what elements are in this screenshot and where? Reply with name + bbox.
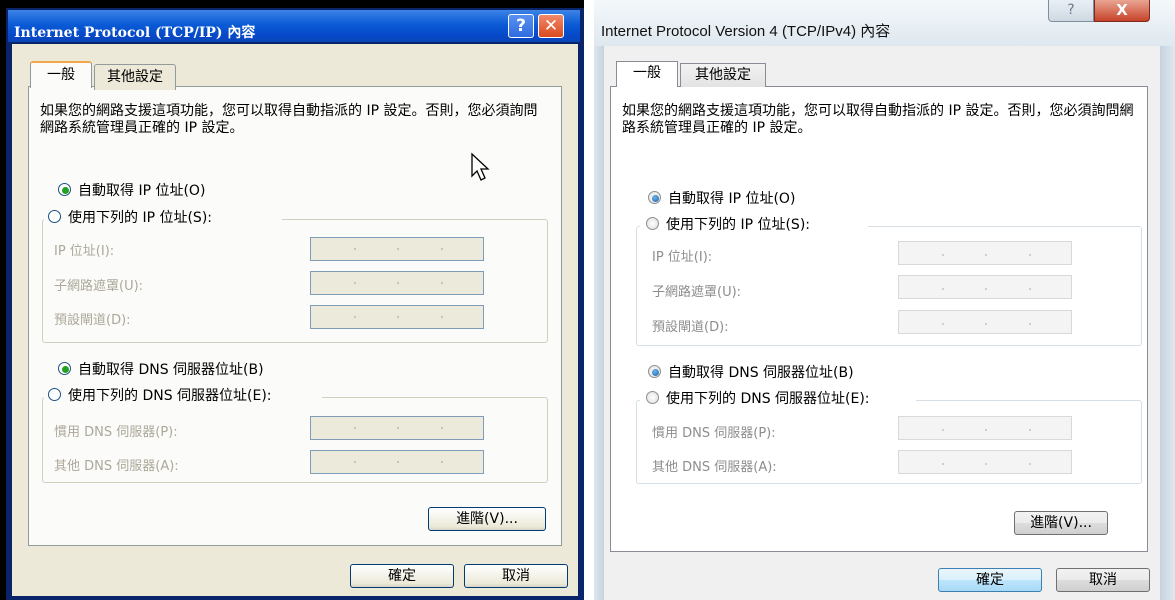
vista-manual-ip-label[interactable]: 使用下列的 IP 位址(S):	[666, 214, 810, 234]
xp-description: 如果您的網路支援這項功能，您可以取得自動指派的 IP 設定。否則，您必須詢問網路…	[40, 103, 538, 136]
vista-alternate-dns-field[interactable]	[898, 450, 1072, 474]
xp-manual-ip-radio[interactable]	[48, 210, 61, 223]
vista-ip-address-label: IP 位址(I):	[652, 250, 713, 265]
vista-gateway-label: 預設閘道(D):	[652, 320, 729, 335]
xp-tab-general[interactable]: 一般	[30, 61, 92, 88]
vista-auto-ip-radio[interactable]	[648, 191, 661, 204]
xp-auto-dns-radio[interactable]	[58, 362, 71, 375]
vista-ip-address-field[interactable]	[898, 241, 1072, 265]
xp-auto-ip-label[interactable]: 自動取得 IP 位址(O)	[78, 180, 205, 200]
vista-tab-alternate[interactable]: 其他設定	[680, 63, 766, 87]
vista-tab-general[interactable]: 一般	[616, 61, 678, 87]
vista-preferred-dns-field[interactable]	[898, 416, 1072, 440]
xp-subnet-field[interactable]	[310, 271, 484, 295]
vista-window-title: Internet Protocol Version 4 (TCP/IPv4) 內…	[601, 23, 891, 40]
vista-description: 如果您的網路支援這項功能，您可以取得自動指派的 IP 設定。否則，您必須詢問網路…	[622, 103, 1134, 136]
xp-window-title: Internet Protocol (TCP/IP) 內容	[14, 25, 256, 41]
xp-auto-dns-label[interactable]: 自動取得 DNS 伺服器位址(B)	[78, 359, 264, 379]
xp-advanced-button[interactable]: 進階(V)...	[428, 507, 546, 531]
xp-preferred-dns-label: 慣用 DNS 伺服器(P):	[54, 425, 178, 440]
vista-manual-ip-radio[interactable]	[646, 217, 659, 230]
xp-manual-dns-label[interactable]: 使用下列的 DNS 伺服器位址(E):	[68, 385, 272, 405]
vista-auto-ip-label[interactable]: 自動取得 IP 位址(O)	[668, 188, 795, 208]
vista-frame-right	[1160, 46, 1175, 600]
xp-close-button[interactable]: ✕	[538, 14, 564, 38]
vista-auto-dns-radio[interactable]	[648, 365, 661, 378]
vista-manual-dns-label[interactable]: 使用下列的 DNS 伺服器位址(E):	[666, 388, 870, 408]
vista-preferred-dns-label: 慣用 DNS 伺服器(P):	[652, 426, 776, 441]
vista-manual-dns-radio[interactable]	[646, 391, 659, 404]
vista-subnet-field[interactable]	[898, 275, 1072, 299]
xp-tab-alternate[interactable]: 其他設定	[94, 64, 176, 90]
vista-close-button[interactable]: X	[1094, 0, 1150, 22]
xp-manual-ip-label[interactable]: 使用下列的 IP 位址(S):	[68, 207, 212, 227]
xp-alternate-dns-label: 其他 DNS 伺服器(A):	[54, 459, 179, 474]
xp-ip-address-label: IP 位址(I):	[54, 244, 115, 259]
vista-ok-button[interactable]: 確定	[938, 568, 1042, 592]
xp-gateway-field[interactable]	[310, 305, 484, 329]
vista-alternate-dns-label: 其他 DNS 伺服器(A):	[652, 460, 777, 475]
vista-help-button[interactable]: ?	[1048, 0, 1094, 22]
mouse-cursor-icon	[471, 152, 490, 181]
vista-auto-dns-label[interactable]: 自動取得 DNS 伺服器位址(B)	[668, 362, 854, 382]
xp-help-button[interactable]: ?	[508, 14, 534, 38]
xp-subnet-label: 子網路遮罩(U):	[54, 279, 144, 294]
vista-subnet-label: 子網路遮罩(U):	[652, 285, 742, 300]
xp-auto-ip-radio[interactable]	[58, 183, 71, 196]
vista-gateway-field[interactable]	[898, 310, 1072, 334]
xp-manual-dns-radio[interactable]	[48, 388, 61, 401]
xp-gateway-label: 預設閘道(D):	[54, 313, 131, 328]
xp-ok-button[interactable]: 確定	[350, 564, 454, 588]
xp-cancel-button[interactable]: 取消	[464, 564, 568, 588]
xp-preferred-dns-field[interactable]	[310, 416, 484, 440]
vista-frame-left	[594, 46, 604, 600]
vista-advanced-button[interactable]: 進階(V)...	[1014, 511, 1108, 535]
xp-alternate-dns-field[interactable]	[310, 450, 484, 474]
vista-cancel-button[interactable]: 取消	[1056, 568, 1150, 592]
xp-ip-address-field[interactable]	[310, 237, 484, 261]
